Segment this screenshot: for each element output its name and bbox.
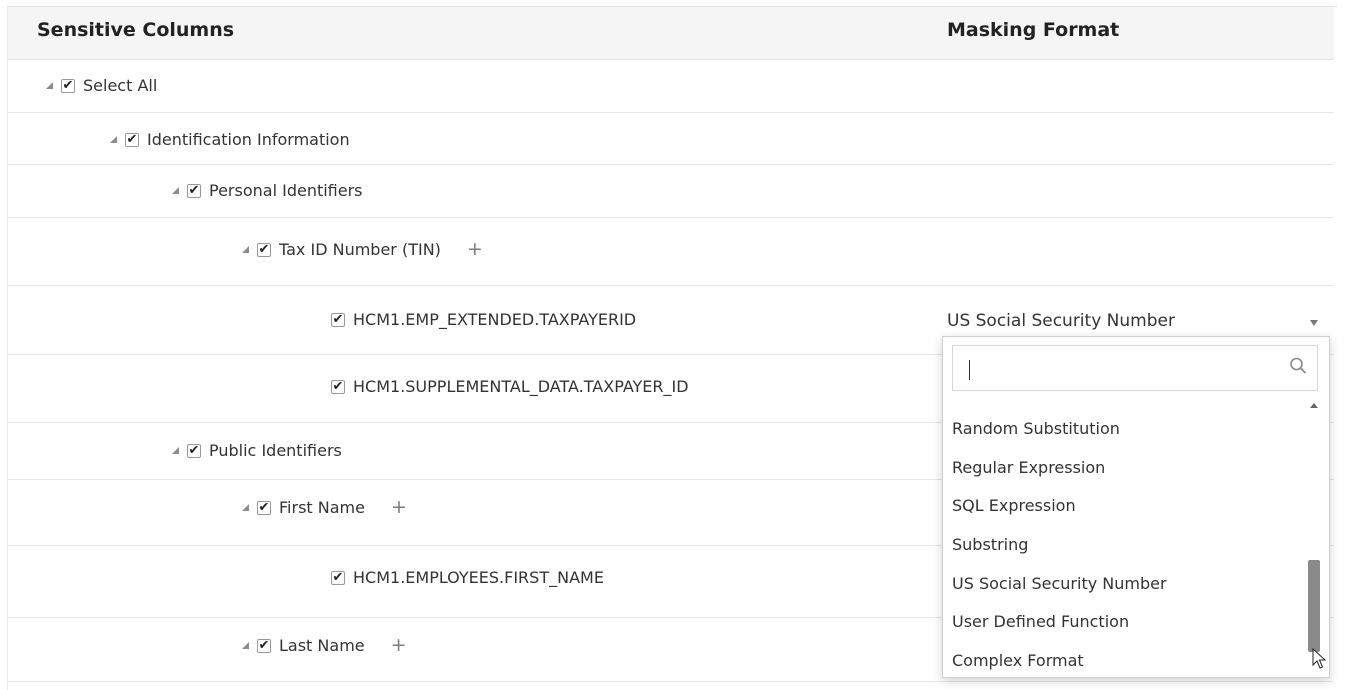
triangle-expanded-icon[interactable] <box>110 136 117 143</box>
col-first-name-checkbox[interactable]: ✔ <box>331 570 345 585</box>
identification-information-label: Identification Information <box>147 130 350 149</box>
first-name-checkbox[interactable]: ✔ <box>257 500 271 515</box>
triangle-expanded-icon[interactable] <box>172 187 179 194</box>
col-supplemental-checkbox[interactable]: ✔ <box>331 379 345 394</box>
dropdown-option[interactable]: Random Substitution <box>943 409 1303 448</box>
personal-identifiers-checkbox[interactable]: ✔ <box>187 183 201 198</box>
tax-id-label: Tax ID Number (TIN) <box>279 240 441 259</box>
dropdown-options-list: Random Substitution Regular Expression S… <box>943 409 1303 680</box>
masking-format-select[interactable]: US Social Security Number <box>947 311 1175 331</box>
dropdown-option[interactable]: Complex Format <box>943 641 1303 680</box>
identification-information-checkbox[interactable]: ✔ <box>125 132 139 147</box>
dropdown-option[interactable]: SQL Expression <box>943 486 1303 525</box>
dropdown-search-field[interactable] <box>952 345 1318 391</box>
public-identifiers-checkbox[interactable]: ✔ <box>187 443 201 458</box>
tax-id-checkbox[interactable]: ✔ <box>257 242 271 257</box>
masking-format-dropdown: Random Substitution Regular Expression S… <box>942 336 1330 678</box>
triangle-expanded-icon[interactable] <box>242 642 249 649</box>
header-sensitive-columns[interactable]: Sensitive Columns <box>37 19 234 41</box>
text-caret <box>969 360 970 380</box>
dropdown-option[interactable]: Regular Expression <box>943 448 1303 487</box>
dropdown-option[interactable]: Substring <box>943 525 1303 564</box>
dropdown-option[interactable]: US Social Security Number <box>943 564 1303 603</box>
col-taxpayerid-label: HCM1.EMP_EXTENDED.TAXPAYERID <box>353 310 637 329</box>
col-first-name-label: HCM1.EMPLOYEES.FIRST_NAME <box>353 568 604 587</box>
scrollbar-thumb[interactable] <box>1308 560 1320 652</box>
triangle-expanded-icon[interactable] <box>46 82 53 89</box>
add-plus-icon[interactable]: + <box>391 636 407 655</box>
add-plus-icon[interactable]: + <box>391 498 407 517</box>
triangle-expanded-icon[interactable] <box>242 504 249 511</box>
tree-row-personal-identifiers: ✔ Personal Identifiers <box>8 165 1334 218</box>
first-name-label: First Name <box>279 498 365 517</box>
select-all-label: Select All <box>83 76 158 95</box>
last-name-checkbox[interactable]: ✔ <box>257 638 271 653</box>
tree-row-identification-information: ✔ Identification Information <box>8 113 1334 165</box>
add-plus-icon[interactable]: + <box>467 240 483 259</box>
header-masking-format[interactable]: Masking Format <box>947 19 1119 41</box>
scroll-up-arrow-icon[interactable] <box>1310 403 1318 408</box>
tree-row-select-all: ✔ Select All <box>8 61 1334 113</box>
chevron-down-icon[interactable] <box>1310 320 1318 326</box>
last-name-label: Last Name <box>279 636 365 655</box>
table-header: Sensitive Columns Masking Format <box>8 7 1334 60</box>
dropdown-option[interactable]: User Defined Function <box>943 602 1303 641</box>
col-taxpayerid-checkbox[interactable]: ✔ <box>331 312 345 327</box>
mouse-pointer-icon <box>1312 648 1326 669</box>
triangle-expanded-icon[interactable] <box>242 246 249 253</box>
triangle-expanded-icon[interactable] <box>172 447 179 454</box>
col-supplemental-label: HCM1.SUPPLEMENTAL_DATA.TAXPAYER_ID <box>353 377 689 396</box>
dropdown-scrollbar[interactable] <box>1307 399 1321 675</box>
select-all-checkbox[interactable]: ✔ <box>61 78 75 93</box>
personal-identifiers-label: Personal Identifiers <box>209 181 363 200</box>
search-icon[interactable] <box>1289 356 1307 378</box>
tree-row-tax-id-number: ✔ Tax ID Number (TIN) + <box>8 218 1334 286</box>
public-identifiers-label: Public Identifiers <box>209 441 342 460</box>
